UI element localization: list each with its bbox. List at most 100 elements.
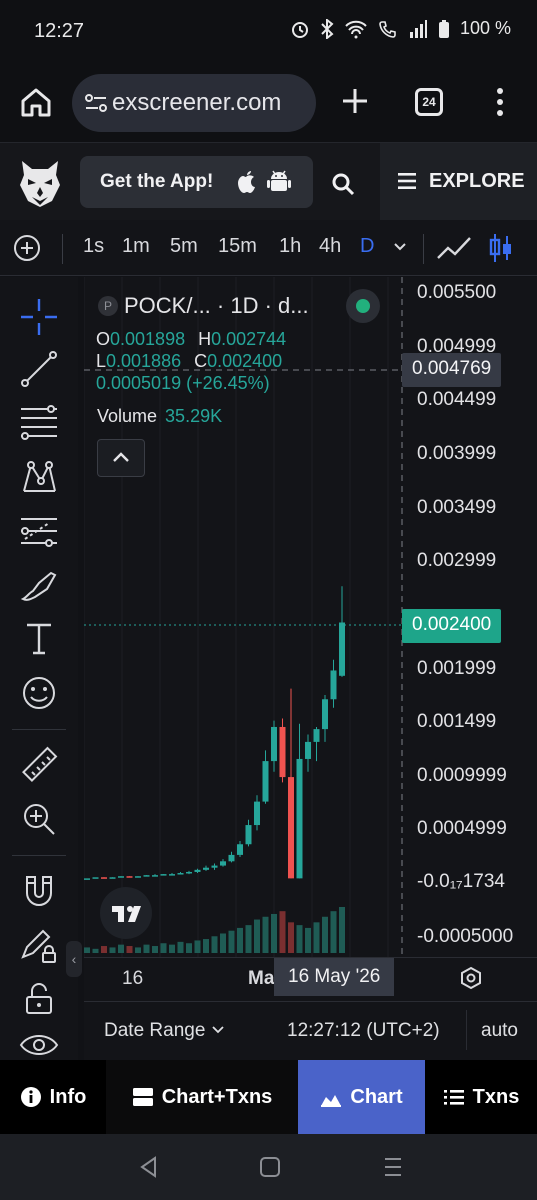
time-axis[interactable]: 16 Ma 16 May '26 — [84, 957, 537, 997]
emoji-icon[interactable] — [19, 673, 59, 713]
symbol-badge: P — [98, 296, 118, 316]
candle-body — [194, 869, 201, 872]
candle-body — [330, 670, 337, 700]
chart-pane[interactable]: P POCK/... · 1D · d... O0.001898 H0.0027… — [84, 277, 537, 1060]
candle-body — [262, 761, 269, 802]
volume-bar — [92, 948, 99, 953]
tab-info[interactable]: Info — [0, 1060, 106, 1134]
market-status-dot[interactable] — [346, 289, 380, 323]
price-axis-label: 0.005500 — [417, 282, 497, 303]
brush-icon[interactable] — [19, 565, 59, 605]
eye-icon[interactable] — [19, 1029, 59, 1059]
ohlc-row-1: O0.001898 H0.002744 — [96, 329, 286, 350]
candle-body — [220, 861, 226, 866]
unlock-icon[interactable] — [19, 979, 59, 1019]
fib-retracement-icon[interactable] — [19, 403, 59, 443]
price-axis-label: 0.001499 — [417, 711, 497, 732]
legend-collapse-button[interactable] — [97, 439, 145, 477]
candle-body — [237, 844, 243, 855]
toolbar-divider — [12, 729, 66, 730]
date-range-label: Date Range — [104, 1020, 206, 1041]
candle-body — [322, 699, 328, 730]
magnet-icon[interactable] — [19, 871, 59, 911]
plus-icon[interactable] — [340, 86, 370, 116]
candle-body — [203, 867, 209, 870]
add-indicator-icon[interactable] — [13, 234, 41, 262]
candle-body — [135, 876, 141, 878]
get-app-button[interactable]: Get the App! — [80, 156, 313, 208]
site-settings-icon[interactable] — [84, 93, 108, 113]
url-bar[interactable]: exscreener.com — [72, 74, 316, 132]
interval-1h[interactable]: 1h — [279, 235, 301, 258]
text-icon[interactable] — [19, 619, 59, 659]
collapse-toolbar-handle[interactable]: ‹ — [66, 941, 82, 977]
timezone-clock[interactable]: 12:27:12 (UTC+2) — [287, 1020, 440, 1042]
volume-bar — [305, 927, 311, 953]
tab-chart-txns[interactable]: Chart+Txns — [106, 1060, 298, 1134]
trend-line-icon[interactable] — [19, 349, 59, 389]
candlestick-icon[interactable] — [488, 232, 514, 264]
ohlc-low-label: L — [96, 351, 107, 371]
forecast-icon[interactable] — [19, 511, 59, 551]
interval-d[interactable]: D — [360, 235, 374, 258]
date-range-button[interactable]: Date Range — [104, 1020, 225, 1042]
chart-footer: Date Range 12:27:12 (UTC+2) auto — [84, 1001, 537, 1059]
home-nav-icon[interactable] — [257, 1154, 283, 1180]
interval-4h[interactable]: 4h — [319, 235, 341, 258]
volume-bar — [109, 947, 116, 953]
candle-body — [118, 876, 124, 878]
interval-15m[interactable]: 15m — [218, 235, 257, 258]
volume-bar — [118, 944, 124, 953]
recents-icon[interactable] — [380, 1154, 406, 1180]
system-nav-bar — [0, 1134, 537, 1200]
candle-body — [313, 729, 320, 742]
pattern-icon[interactable] — [19, 457, 59, 497]
interval-5m[interactable]: 5m — [170, 235, 198, 258]
zoom-in-icon[interactable] — [19, 799, 59, 839]
ohlc-close-label: C — [194, 351, 208, 371]
interval-1m[interactable]: 1m — [122, 235, 150, 258]
menu-icon — [398, 173, 416, 189]
candle-body — [177, 873, 184, 875]
tab-switcher-button[interactable]: 24 — [415, 88, 443, 116]
ruler-icon[interactable] — [19, 745, 59, 785]
tradingview-logo[interactable] — [100, 887, 152, 939]
status-bar: 12:27 100 % — [0, 0, 537, 64]
chart-settings-icon[interactable] — [459, 966, 483, 990]
status-icons: 100 % — [290, 18, 511, 39]
volume-legend: Volume 35.29K — [97, 406, 222, 427]
owl-logo-icon[interactable] — [18, 157, 62, 209]
tab-chart-label: Chart — [350, 1085, 403, 1108]
volume-bar — [339, 907, 345, 953]
ohlc-row-2: L0.001886 C0.002400 — [96, 351, 282, 372]
candle-body — [92, 877, 99, 879]
candle-body — [169, 874, 175, 876]
signal-icon — [409, 19, 427, 38]
home-icon[interactable] — [18, 84, 54, 120]
line-chart-icon[interactable] — [436, 234, 472, 262]
kebab-menu-icon[interactable] — [490, 86, 510, 118]
url-text[interactable]: exscreener.com — [112, 89, 281, 117]
volume-bar — [211, 936, 218, 953]
volume-bar — [143, 944, 150, 953]
volume-bar — [322, 916, 328, 953]
crosshair-icon[interactable] — [19, 297, 59, 337]
interval-1s[interactable]: 1s — [83, 235, 104, 258]
chevron-down-icon[interactable] — [393, 240, 407, 254]
volume-bar — [160, 943, 167, 953]
auto-scale-toggle[interactable]: auto — [481, 1020, 518, 1042]
ohlc-open-label: O — [96, 329, 111, 349]
lock-drawings-pencil-icon[interactable] — [19, 925, 59, 965]
tab-chart[interactable]: Chart — [298, 1060, 425, 1134]
explore-button[interactable]: EXPLORE — [380, 143, 537, 221]
tab-txns[interactable]: Txns — [425, 1060, 537, 1134]
time-axis-label: Ma — [248, 968, 275, 989]
symbol-legend[interactable]: P POCK/... · 1D · d... — [98, 293, 309, 319]
info-icon — [20, 1087, 41, 1107]
volume-bar — [228, 930, 235, 953]
tab-info-label: Info — [49, 1085, 87, 1108]
android-icon — [267, 170, 291, 191]
symbol-title[interactable]: POCK/... · 1D · d... — [124, 293, 309, 319]
back-icon[interactable] — [136, 1154, 162, 1180]
search-icon[interactable] — [330, 171, 356, 197]
